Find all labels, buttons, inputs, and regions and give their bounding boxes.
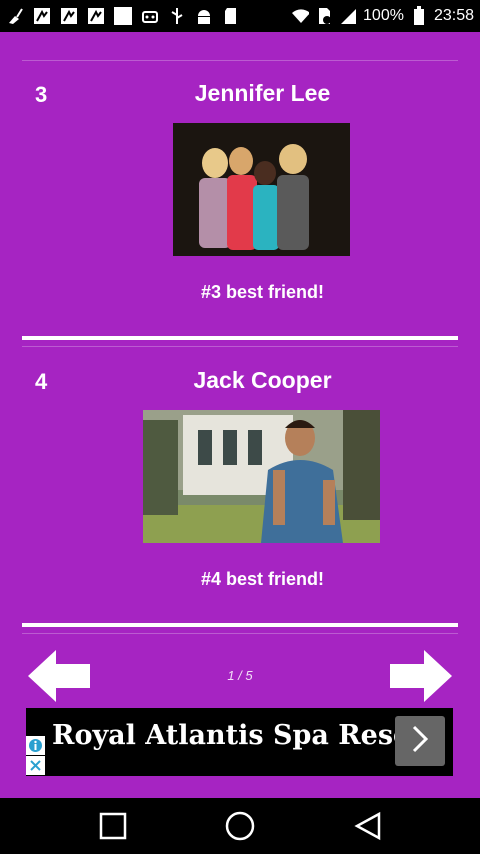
signal-icon <box>339 7 357 25</box>
chevron-right-icon <box>408 724 432 759</box>
divider <box>22 346 458 347</box>
friend-name: Jack Cooper <box>193 367 332 393</box>
status-bar: 100% 23:58 <box>0 0 480 32</box>
sim-icon <box>315 7 333 25</box>
clock: 23:58 <box>433 7 474 24</box>
square-icon[interactable] <box>95 808 131 844</box>
battery-icon <box>410 6 428 25</box>
download-icon <box>33 7 51 25</box>
divider <box>22 60 458 61</box>
battery-percent: 100% <box>363 7 404 24</box>
friend-photo[interactable] <box>143 410 380 543</box>
divider <box>22 633 458 634</box>
friend-caption: #4 best friend! <box>200 569 325 589</box>
broom-icon <box>6 7 24 25</box>
close-icon[interactable] <box>26 756 45 775</box>
friend-name: Jennifer Lee <box>194 80 331 106</box>
friend-photo[interactable] <box>173 123 350 256</box>
usb-icon <box>168 7 186 25</box>
ad-banner[interactable]: Royal Atlantis Spa Resort <box>26 708 453 776</box>
download-icon <box>60 7 78 25</box>
navigation-bar <box>0 798 480 854</box>
download-icon <box>87 7 105 25</box>
android-icon <box>195 7 213 25</box>
divider <box>22 336 458 340</box>
voicemail-icon <box>141 7 159 25</box>
ad-text[interactable]: Royal Atlantis Spa Resort <box>52 720 438 751</box>
friend-caption: #3 best friend! <box>200 282 325 302</box>
wifi-icon <box>291 7 310 25</box>
arrow-right-icon[interactable] <box>390 650 452 707</box>
ad-cta-button[interactable] <box>395 716 445 766</box>
triangle-back-icon[interactable] <box>350 808 386 844</box>
circle-icon[interactable] <box>222 808 258 844</box>
info-icon[interactable] <box>26 736 45 755</box>
divider <box>22 623 458 627</box>
sd-card-icon <box>222 7 240 25</box>
white-square-icon <box>114 7 132 25</box>
